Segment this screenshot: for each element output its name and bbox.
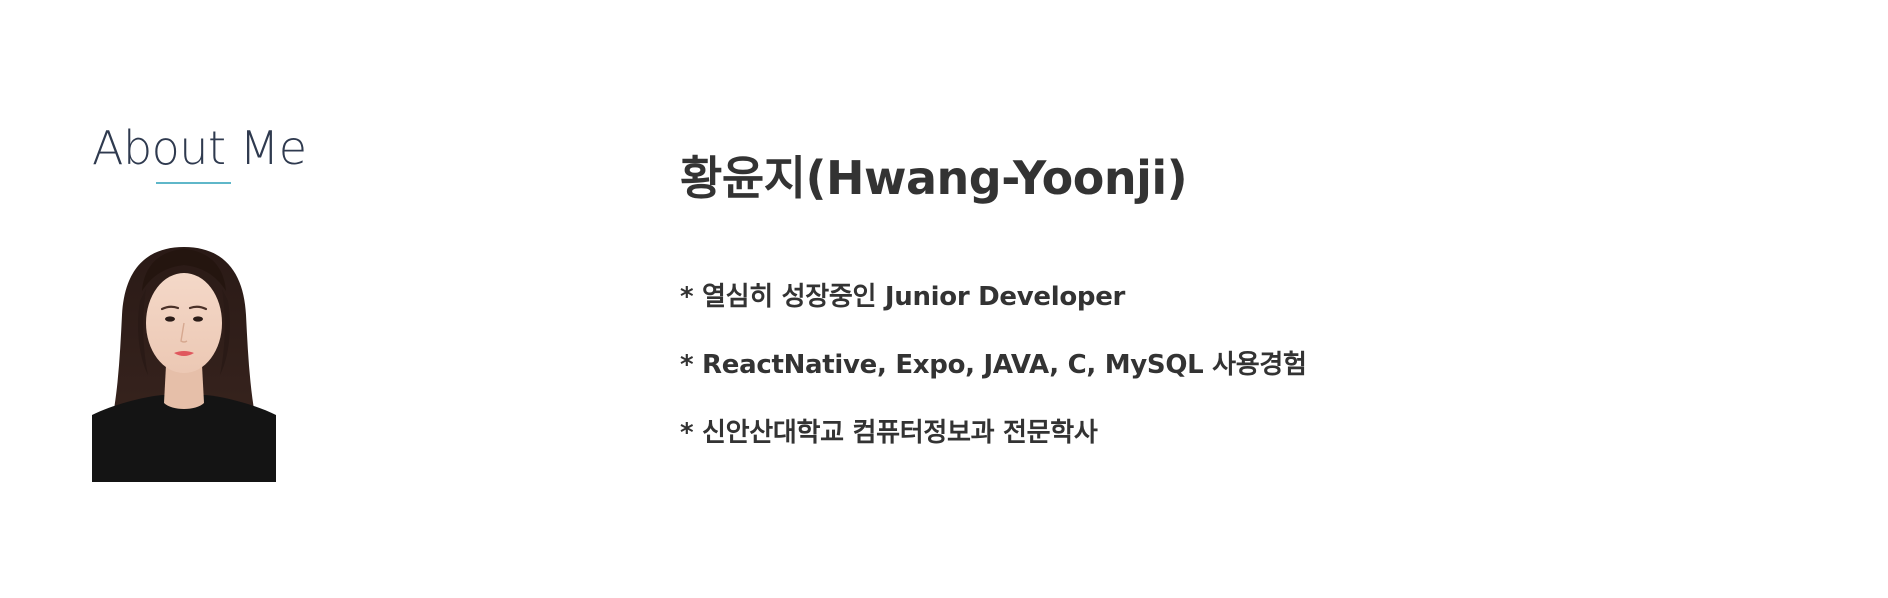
intro-item-skills: * ReactNative, Expo, JAVA, C, MySQL 사용경험 — [680, 350, 1307, 380]
intro-item-role: * 열심히 성장중인 Junior Developer — [680, 282, 1126, 312]
profile-photo-illustration — [92, 245, 276, 482]
about-me-section: About Me 황윤지(Hwang-Yoonji) * 열심히 성장중인 Ju… — [0, 0, 1888, 598]
intro-list: * 열심히 성장중인 Junior Developer * ReactNativ… — [680, 280, 1780, 450]
section-title: About Me — [92, 121, 307, 175]
intro-item-education: * 신안산대학교 컴퓨터정보과 전문학사 — [680, 418, 1098, 448]
title-underline — [156, 182, 231, 184]
about-me-heading-block: About Me — [92, 118, 307, 184]
profile-name: 황윤지(Hwang-Yoonji) — [680, 151, 1188, 205]
profile-details: 황윤지(Hwang-Yoonji) * 열심히 성장중인 Junior Deve… — [680, 148, 1780, 484]
profile-photo — [92, 245, 276, 482]
